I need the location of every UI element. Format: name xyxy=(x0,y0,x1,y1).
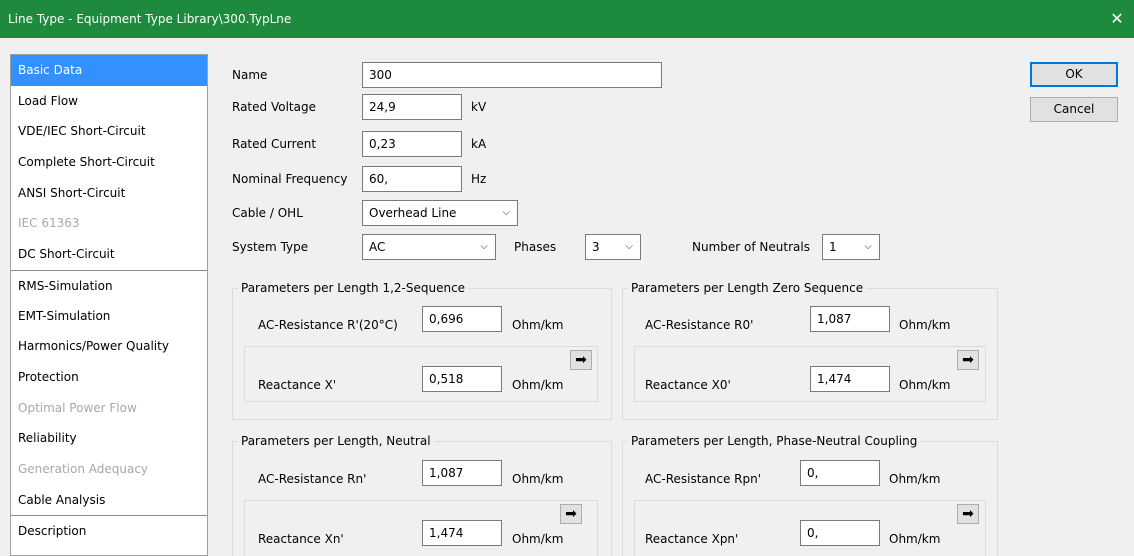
seq0-resistance-field[interactable]: 1,087 xyxy=(810,306,890,332)
nav-item-reliability[interactable]: Reliability xyxy=(11,423,207,454)
seq0-expand-arrow-icon[interactable]: ➡ xyxy=(957,350,979,370)
phases-label: Phases xyxy=(514,240,557,254)
nav-item-basic-data[interactable]: Basic Data xyxy=(11,55,207,86)
chevron-down-icon: ⌵ xyxy=(502,207,510,218)
number-of-neutrals-label: Number of Neutrals xyxy=(692,240,810,254)
group-seq12-title: Parameters per Length 1,2-Sequence xyxy=(238,281,469,295)
seq12-reactance-label: Reactance X' xyxy=(258,378,337,392)
nav-item-optimal-power-flow: Optimal Power Flow xyxy=(18,400,137,415)
coupling-reactance-unit: Ohm/km xyxy=(889,532,941,546)
group-coupling-title: Parameters per Length, Phase-Neutral Cou… xyxy=(628,434,921,448)
nav-item-generation-adequacy: Generation Adequacy xyxy=(18,461,149,476)
rated-voltage-field[interactable]: 24,9 xyxy=(362,94,462,120)
seq0-reactance-unit: Ohm/km xyxy=(899,378,951,392)
seq12-reactance-field[interactable]: 0,518 xyxy=(422,366,502,392)
seq12-reactance-unit: Ohm/km xyxy=(512,378,564,392)
close-icon[interactable]: ✕ xyxy=(1100,0,1134,38)
nav-item-protection[interactable]: Protection xyxy=(11,362,207,393)
cancel-button[interactable]: Cancel xyxy=(1030,97,1118,122)
neutral-reactance-field[interactable]: 1,474 xyxy=(422,520,502,546)
nav-item-dc-short-circuit[interactable]: DC Short-Circuit xyxy=(11,239,207,270)
seq12-expand-arrow-icon[interactable]: ➡ xyxy=(570,350,592,370)
nav-item-iec-61363: IEC 61363 xyxy=(18,216,80,231)
coupling-resistance-field[interactable]: 0, xyxy=(800,460,880,486)
phases-select[interactable]: 3 ⌵ xyxy=(585,234,641,260)
nominal-frequency-field[interactable]: 60, xyxy=(362,166,462,192)
seq0-resistance-unit: Ohm/km xyxy=(899,318,951,332)
neutral-expand-arrow-icon[interactable]: ➡ xyxy=(560,504,582,524)
coupling-resistance-unit: Ohm/km xyxy=(889,472,941,486)
neutral-reactance-label: Reactance Xn' xyxy=(258,532,344,546)
cable-ohl-value: Overhead Line xyxy=(369,206,457,220)
cable-ohl-select[interactable]: Overhead Line ⌵ xyxy=(362,200,518,226)
rated-current-label: Rated Current xyxy=(232,137,317,151)
chevron-down-icon: ⌵ xyxy=(864,241,872,252)
seq12-resistance-field[interactable]: 0,696 xyxy=(422,306,502,332)
number-of-neutrals-value: 1 xyxy=(829,240,837,254)
name-field[interactable]: 300 xyxy=(362,62,662,88)
coupling-expand-arrow-icon[interactable]: ➡ xyxy=(957,504,979,524)
nav-item-emt-simulation[interactable]: EMT-Simulation xyxy=(11,301,207,332)
coupling-resistance-label: AC-Resistance Rpn' xyxy=(645,472,762,486)
seq0-resistance-label: AC-Resistance R0' xyxy=(645,318,754,332)
neutral-resistance-label: AC-Resistance Rn' xyxy=(258,472,367,486)
system-type-label: System Type xyxy=(232,240,309,254)
neutral-reactance-panel xyxy=(244,500,598,556)
phases-value: 3 xyxy=(592,240,600,254)
cable-ohl-label: Cable / OHL xyxy=(232,206,303,220)
group-neutral-title: Parameters per Length, Neutral xyxy=(238,434,434,448)
seq0-reactance-label: Reactance X0' xyxy=(645,378,731,392)
nav-item-cable-analysis[interactable]: Cable Analysis xyxy=(11,485,207,516)
chevron-down-icon: ⌵ xyxy=(625,241,633,252)
coupling-reactance-field[interactable]: 0, xyxy=(800,520,880,546)
rated-voltage-unit: kV xyxy=(471,100,487,114)
nav-item-harmonics-power-quality[interactable]: Harmonics/Power Quality xyxy=(11,331,207,362)
nav-item-ansi-short-circuit[interactable]: ANSI Short-Circuit xyxy=(11,178,207,209)
rated-current-field[interactable]: 0,23 xyxy=(362,131,462,157)
title-bar: Line Type - Equipment Type Library\300.T… xyxy=(0,0,1134,38)
seq0-reactance-field[interactable]: 1,474 xyxy=(810,366,890,392)
name-label: Name xyxy=(232,68,268,82)
number-of-neutrals-select[interactable]: 1 ⌵ xyxy=(822,234,880,260)
seq12-resistance-unit: Ohm/km xyxy=(512,318,564,332)
neutral-resistance-field[interactable]: 1,087 xyxy=(422,460,502,486)
seq12-reactance-panel xyxy=(244,346,598,402)
ok-button[interactable]: OK xyxy=(1030,62,1118,87)
nav-item-vde-iec-short-circuit[interactable]: VDE/IEC Short-Circuit xyxy=(11,116,207,147)
neutral-resistance-unit: Ohm/km xyxy=(512,472,564,486)
nav-item-rms-simulation[interactable]: RMS-Simulation xyxy=(11,269,207,301)
nav-item-description[interactable]: Description xyxy=(11,515,207,546)
rated-current-unit: kA xyxy=(471,137,487,151)
nav-item-load-flow[interactable]: Load Flow xyxy=(11,86,207,117)
chevron-down-icon: ⌵ xyxy=(480,241,488,252)
group-seq0-title: Parameters per Length Zero Sequence xyxy=(628,281,867,295)
system-type-value: AC xyxy=(369,240,386,254)
neutral-reactance-unit: Ohm/km xyxy=(512,532,564,546)
window-title: Line Type - Equipment Type Library\300.T… xyxy=(8,12,292,26)
nav-item-complete-short-circuit[interactable]: Complete Short-Circuit xyxy=(11,147,207,178)
rated-voltage-label: Rated Voltage xyxy=(232,100,316,114)
nominal-frequency-unit: Hz xyxy=(471,172,487,186)
seq12-resistance-label: AC-Resistance R'(20°C) xyxy=(258,318,398,332)
coupling-reactance-label: Reactance Xpn' xyxy=(645,532,739,546)
page-nav-list: Basic Data Load Flow VDE/IEC Short-Circu… xyxy=(10,54,208,556)
nominal-frequency-label: Nominal Frequency xyxy=(232,172,348,186)
system-type-select[interactable]: AC ⌵ xyxy=(362,234,496,260)
